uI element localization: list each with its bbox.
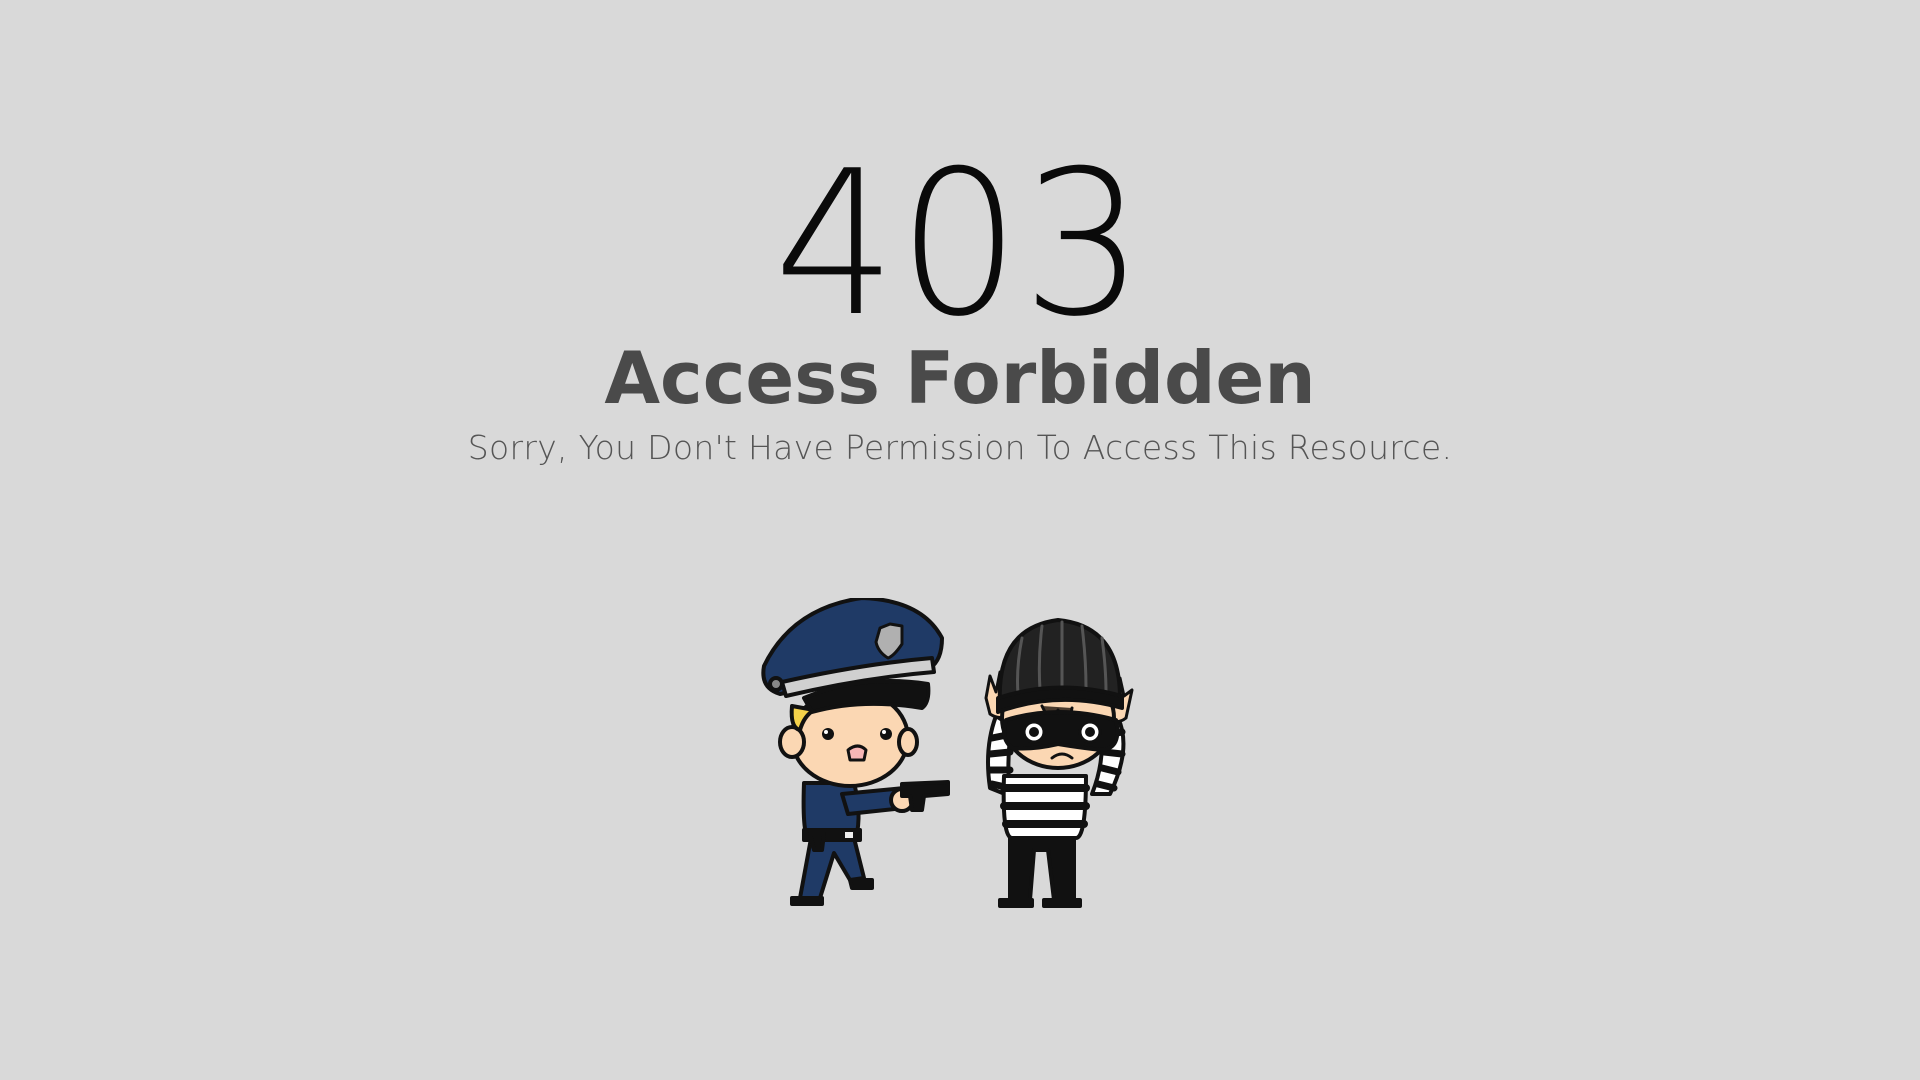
error-message: Sorry, You Don't Have Permission To Acce… bbox=[467, 428, 1453, 467]
page-title: Access Forbidden bbox=[604, 336, 1316, 420]
police-and-burglar-illustration bbox=[761, 598, 1134, 908]
burglar-icon bbox=[984, 618, 1134, 908]
error-code: 403 bbox=[773, 128, 1147, 361]
error-page: 403 Access Forbidden Sorry, You Don't Ha… bbox=[0, 0, 1920, 1080]
police-officer-icon bbox=[761, 598, 950, 906]
